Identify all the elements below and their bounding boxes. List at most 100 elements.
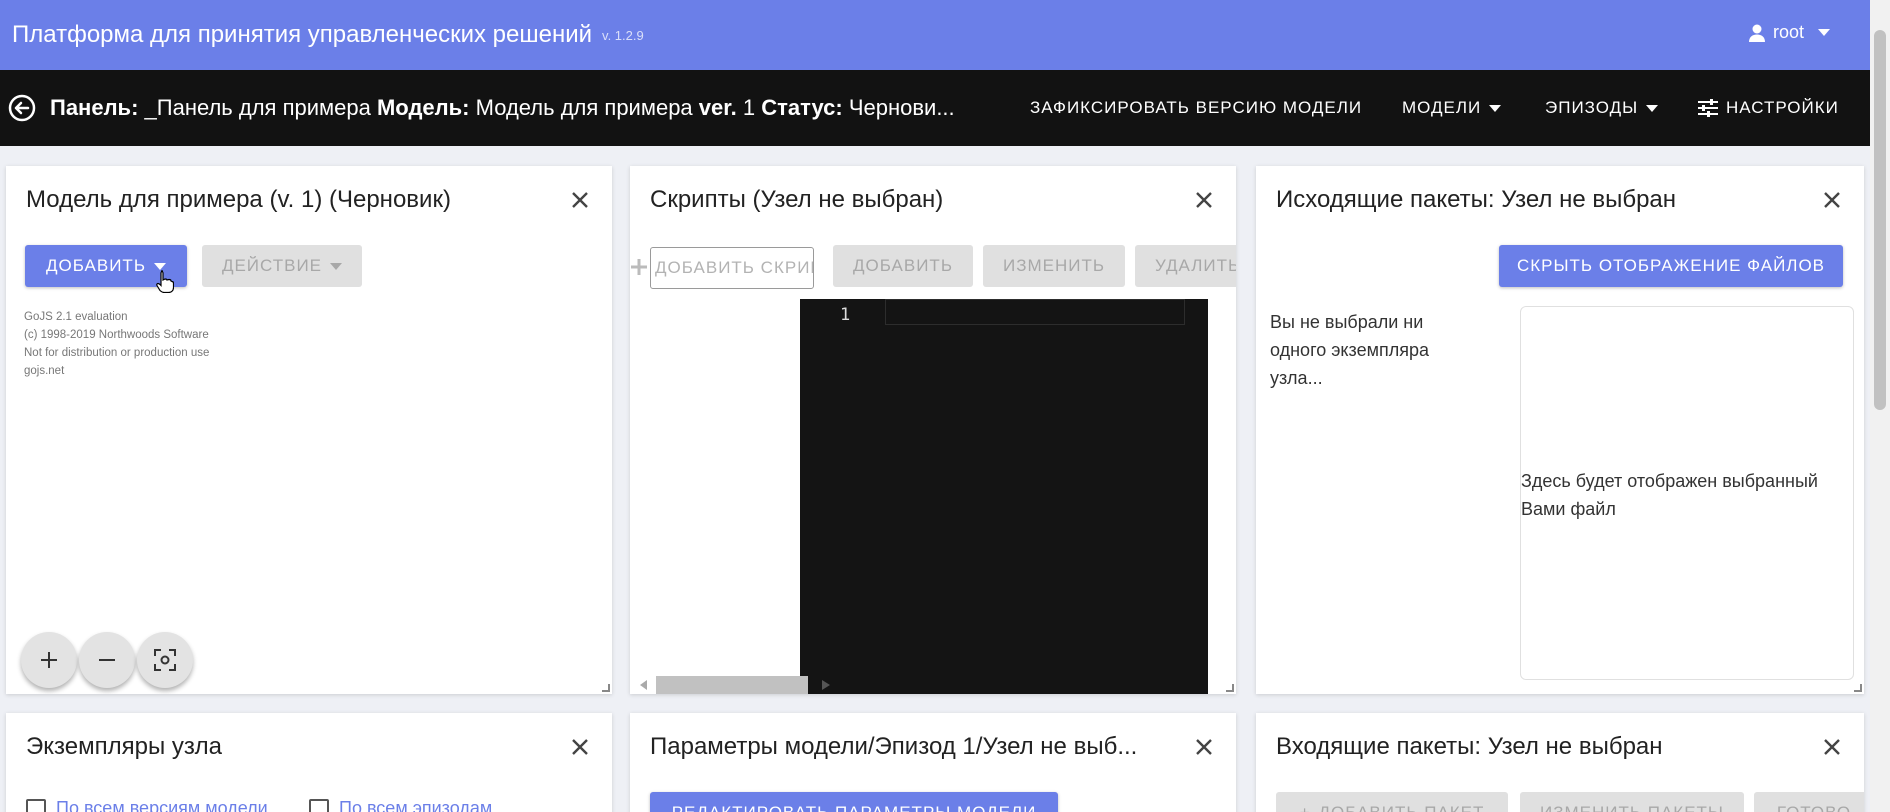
file-placeholder-text: Здесь будет отображен выбранный Вами фай… xyxy=(1521,471,1818,519)
panel-title: Экземпляры узла xyxy=(26,733,222,760)
model-params-panel: Параметры модели/Эпизод 1/Узел не выб...… xyxy=(630,713,1236,812)
chevron-down-icon xyxy=(1489,104,1502,112)
panel-value: _Панель для примера xyxy=(144,95,371,120)
chevron-down-icon xyxy=(1818,29,1830,36)
model-value: Модель для примера xyxy=(475,95,693,120)
scrollbar-thumb[interactable] xyxy=(656,676,808,694)
user-menu[interactable]: root xyxy=(1748,22,1830,43)
chevron-down-icon xyxy=(1646,104,1659,112)
hide-files-button[interactable]: СКРЫТЬ ОТОБРАЖЕНИЕ ФАЙЛОВ xyxy=(1499,245,1843,287)
episodes-menu-button[interactable]: ЭПИЗОДЫ xyxy=(1545,70,1659,146)
scrollbar-thumb[interactable] xyxy=(1874,30,1886,410)
status-label: Статус: xyxy=(761,95,843,120)
model-label: Модель: xyxy=(376,95,470,120)
code-editor[interactable]: 1 xyxy=(800,299,1208,694)
settings-label: НАСТРОЙКИ xyxy=(1726,98,1839,117)
zoom-out-button[interactable] xyxy=(79,632,135,688)
plus-icon: + xyxy=(1300,803,1311,812)
edit-packages-button[interactable]: ИЗМЕНИТЬ ПАКЕТЫ xyxy=(1520,792,1744,812)
edit-params-label: РЕДАКТИРОВАТЬ ПАРАМЕТРЫ МОДЕЛИ xyxy=(672,803,1037,812)
incoming-packages-panel: Входящие пакеты: Узел не выбран + ДОБАВИ… xyxy=(1256,713,1864,812)
edit-script-button[interactable]: ИЗМЕНИТЬ xyxy=(983,245,1125,287)
breadcrumb: Панель: _Панель для примера Модель: Моде… xyxy=(50,95,1010,121)
add-script-label: ДОБАВИТЬ xyxy=(853,256,953,275)
panel-title: Модель для примера (v. 1) (Черновик) xyxy=(26,186,451,213)
editor-gutter xyxy=(800,299,885,694)
close-icon[interactable] xyxy=(1820,188,1844,212)
line-number: 1 xyxy=(840,305,851,325)
settings-button[interactable]: НАСТРОЙКИ xyxy=(1698,70,1839,146)
all-episodes-checkbox[interactable]: По всем эпизодам xyxy=(309,798,492,812)
resize-handle[interactable] xyxy=(602,684,610,692)
episodes-label: ЭПИЗОДЫ xyxy=(1545,98,1639,117)
add-package-label: ДОБАВИТЬ ПАКЕТ xyxy=(1319,803,1485,812)
status-value: Чернови... xyxy=(848,95,955,120)
center-focus-icon xyxy=(154,649,176,671)
close-icon[interactable] xyxy=(568,735,592,759)
close-icon[interactable] xyxy=(1192,735,1216,759)
no-node-selected-text: Вы не выбрали ни одного экземпляра узла.… xyxy=(1270,312,1429,388)
action-button-label: ДЕЙСТВИЕ xyxy=(221,256,323,275)
add-button-label: ДОБАВИТЬ xyxy=(46,256,146,275)
resize-handle[interactable] xyxy=(1854,684,1862,692)
gojs-line: Not for distribution or production use xyxy=(24,347,210,359)
page-scrollbar[interactable] xyxy=(1870,0,1890,812)
settings-sliders-icon xyxy=(1698,99,1718,117)
gojs-line: (c) 1998-2019 Northwoods Software xyxy=(24,329,209,341)
scroll-left-icon[interactable] xyxy=(640,680,648,690)
app-title: Платформа для принятия управленческих ре… xyxy=(12,21,593,48)
editor-current-line xyxy=(885,299,1185,325)
models-label: МОДЕЛИ xyxy=(1402,98,1482,117)
checkbox-box[interactable] xyxy=(309,798,329,812)
script-name-field[interactable]: ДОБАВИТЬ СКРИПТ xyxy=(650,247,814,289)
fit-view-button[interactable] xyxy=(137,632,193,688)
chevron-down-icon xyxy=(330,262,343,270)
outgoing-packages-panel: Исходящие пакеты: Узел не выбран СКРЫТЬ … xyxy=(1256,166,1864,694)
node-instances-panel: Экземпляры узла По всем версиям модели П… xyxy=(6,713,612,812)
zoom-in-button[interactable] xyxy=(21,632,77,688)
delete-script-label: УДАЛИТЬ xyxy=(1155,256,1236,275)
close-icon[interactable] xyxy=(568,188,592,212)
add-script-button[interactable]: ДОБАВИТЬ xyxy=(833,245,973,287)
fix-version-button[interactable]: ЗАФИКСИРОВАТЬ ВЕРСИЮ МОДЕЛИ xyxy=(1030,70,1362,146)
all-versions-label: По всем версиям модели xyxy=(56,798,268,812)
scroll-right-icon[interactable] xyxy=(822,680,830,690)
gojs-line: GoJS 2.1 evaluation xyxy=(24,311,128,323)
panel-title: Входящие пакеты: Узел не выбран xyxy=(1276,733,1663,760)
user-name: root xyxy=(1772,22,1804,42)
ready-label: ГОТОВО xyxy=(1777,803,1851,812)
delete-script-button[interactable]: УДАЛИТЬ xyxy=(1135,245,1236,287)
minus-icon xyxy=(99,659,115,661)
model-toolbar: Панель: _Панель для примера Модель: Моде… xyxy=(0,70,1870,146)
hand-cursor-icon xyxy=(156,270,174,293)
action-button[interactable]: ДЕЙСТВИЕ xyxy=(202,245,362,287)
panel-title: Параметры модели/Эпизод 1/Узел не выб... xyxy=(650,733,1138,760)
models-menu-button[interactable]: МОДЕЛИ xyxy=(1402,70,1502,146)
panel-title: Скрипты (Узел не выбран) xyxy=(650,186,944,213)
add-package-button[interactable]: + ДОБАВИТЬ ПАКЕТ xyxy=(1276,792,1508,812)
user-icon xyxy=(1748,24,1765,42)
edit-packages-label: ИЗМЕНИТЬ ПАКЕТЫ xyxy=(1540,803,1724,812)
ready-button[interactable]: ГОТОВО xyxy=(1754,792,1864,812)
plus-icon xyxy=(41,652,57,668)
edit-model-params-button[interactable]: РЕДАКТИРОВАТЬ ПАРАМЕТРЫ МОДЕЛИ xyxy=(650,792,1058,812)
all-episodes-label: По всем эпизодам xyxy=(339,798,493,812)
close-icon[interactable] xyxy=(1192,188,1216,212)
panel-title: Исходящие пакеты: Узел не выбран xyxy=(1276,186,1677,213)
panel-label: Панель: xyxy=(50,95,139,120)
version-value: 1 xyxy=(742,95,756,120)
close-icon[interactable] xyxy=(1820,735,1844,759)
app-bar: Платформа для принятия управленческих ре… xyxy=(0,0,1870,70)
app-version: v. 1.2.9 xyxy=(602,27,644,43)
resize-handle[interactable] xyxy=(1226,684,1234,692)
all-versions-checkbox[interactable]: По всем версиям модели xyxy=(26,798,268,812)
model-panel: Модель для примера (v. 1) (Черновик) ДОБ… xyxy=(6,166,612,694)
back-arrow-icon[interactable] xyxy=(8,94,36,122)
gojs-line: gojs.net xyxy=(24,365,65,377)
file-preview: Здесь будет отображен выбранный Вами фай… xyxy=(1520,306,1854,680)
hide-files-label: СКРЫТЬ ОТОБРАЖЕНИЕ ФАЙЛОВ xyxy=(1516,256,1825,275)
plus-icon xyxy=(631,259,647,275)
horizontal-scrollbar[interactable] xyxy=(636,674,830,694)
checkbox-box[interactable] xyxy=(26,798,46,812)
scripts-panel: Скрипты (Узел не выбран) ДОБАВИТЬ СКРИПТ… xyxy=(630,166,1236,694)
